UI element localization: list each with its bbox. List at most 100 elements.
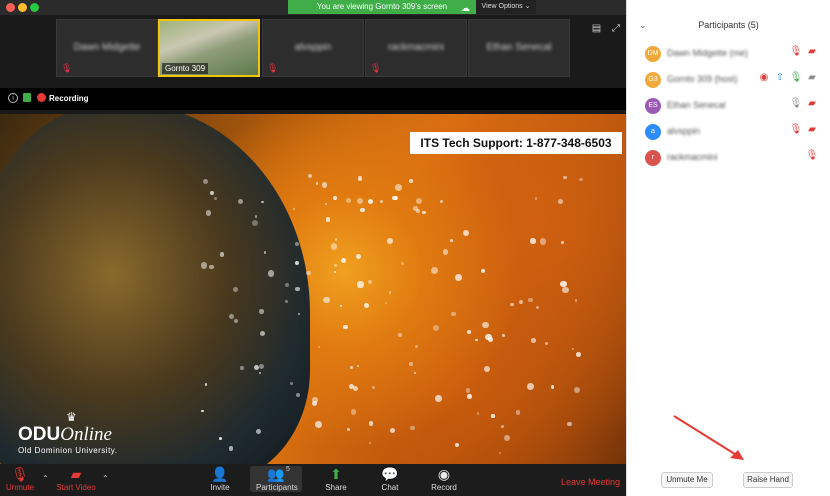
audio-options-chevron-icon[interactable]: ⌃	[42, 474, 49, 483]
thumbnail-rackmacmini[interactable]: rackmacmini 🎙	[365, 19, 467, 77]
water-droplet	[518, 300, 523, 305]
water-droplet	[528, 297, 533, 302]
participant-row[interactable]: G3 Gornto 309 (host) ◉ ⇧ 🎙 ▰	[627, 68, 830, 94]
water-droplet	[482, 321, 489, 328]
water-droplet	[393, 195, 398, 200]
start-video-button[interactable]: ▰ Start Video	[54, 466, 98, 492]
water-droplet	[503, 434, 511, 442]
water-droplet	[544, 341, 549, 346]
logo-subtitle: Old Dominion University.	[18, 446, 118, 455]
video-off-icon: ▰	[808, 46, 816, 57]
video-on-icon: ▰	[808, 72, 816, 83]
water-droplet	[346, 427, 351, 432]
participant-row[interactable]: ES Ethan Senecal 🎙 ▰	[627, 94, 830, 120]
video-options-chevron-icon[interactable]: ⌃	[102, 474, 109, 483]
participants-count-badge: 5	[286, 466, 290, 473]
raise-hand-button[interactable]: Raise Hand	[743, 472, 793, 488]
water-droplet	[210, 190, 215, 195]
water-droplet	[219, 436, 222, 440]
water-droplet	[400, 262, 404, 266]
water-droplet	[315, 421, 323, 428]
water-droplet	[571, 348, 574, 351]
participants-button[interactable]: 👥 Participants	[250, 466, 302, 492]
record-button[interactable]: ◉ Record	[430, 466, 458, 492]
water-droplet	[356, 198, 363, 205]
participant-row[interactable]: r rackmacmini 🎙	[627, 146, 830, 172]
logo-online: Online	[60, 424, 112, 445]
water-droplet	[334, 263, 338, 268]
unmute-button[interactable]: 🎙 Unmute	[6, 466, 34, 492]
close-window-button[interactable]	[6, 3, 15, 12]
water-droplet	[367, 279, 372, 285]
muted-mic-icon: 🎙	[11, 466, 29, 482]
water-droplet	[306, 270, 311, 276]
lock-icon[interactable]	[23, 93, 31, 102]
water-droplet	[295, 241, 300, 246]
water-droplet	[295, 392, 300, 398]
invite-button[interactable]: 👤 Invite	[208, 466, 232, 492]
zoom-window-button[interactable]	[30, 3, 39, 12]
water-droplet	[219, 252, 225, 257]
logo-odu: ODU	[18, 424, 61, 445]
water-droplet	[385, 302, 388, 305]
thumbnail-ethan-senecal[interactable]: Ethan Senecal	[468, 19, 570, 77]
water-droplet	[360, 207, 365, 213]
water-droplet	[558, 199, 563, 204]
chat-icon: 💬	[381, 466, 399, 482]
water-droplet	[214, 196, 218, 200]
water-droplet	[350, 409, 356, 415]
cloud-icon: ☁	[461, 3, 470, 13]
water-droplet	[254, 215, 258, 218]
layout-icon[interactable]: ▤	[592, 23, 601, 34]
water-droplet	[346, 198, 352, 204]
thumbnail-alvsppin[interactable]: alvsppin 🎙	[262, 19, 364, 77]
thumbnail-gornto-309[interactable]: Gornto 309	[158, 19, 260, 77]
water-droplet	[574, 386, 581, 394]
mic-on-icon: 🎙	[789, 98, 803, 109]
recording-icon: ◉	[759, 72, 769, 83]
water-droplet	[576, 351, 581, 357]
participant-status: 🎙 ▰	[788, 98, 820, 112]
participant-row[interactable]: DM Dawn Midgette (me) 🎙 ▰	[627, 42, 830, 68]
water-droplet	[449, 239, 453, 243]
view-options-button[interactable]: View Options ⌄	[476, 0, 536, 14]
fullscreen-icon[interactable]: ⤢	[612, 23, 620, 34]
add-user-icon: 👤	[211, 466, 229, 482]
video-off-icon: ▰	[70, 466, 82, 482]
unmute-me-button[interactable]: Unmute Me	[661, 472, 713, 488]
share-button[interactable]: ⬆ Share	[324, 466, 348, 492]
water-droplet	[251, 220, 258, 227]
water-droplet	[422, 210, 426, 215]
water-droplet	[491, 414, 495, 418]
water-droplet	[433, 325, 440, 332]
avatar: G3	[645, 72, 661, 88]
water-droplet	[357, 281, 364, 288]
water-droplet	[267, 270, 274, 277]
water-droplet	[333, 196, 337, 201]
water-droplet	[567, 422, 572, 427]
water-droplet	[510, 302, 514, 307]
avatar: ES	[645, 98, 661, 114]
water-droplet	[483, 366, 491, 373]
thumbnail-name: alvsppin	[294, 42, 332, 53]
water-droplet	[330, 243, 338, 250]
water-droplet	[563, 175, 567, 180]
video-off-icon: ▰	[808, 98, 816, 109]
water-droplet	[562, 287, 569, 294]
lion-statue-image	[0, 114, 310, 464]
water-droplet	[321, 182, 328, 188]
leave-meeting-button[interactable]: Leave Meeting	[561, 477, 620, 487]
thumbnail-dawn-midgette[interactable]: Dawn Midgette 🎙	[56, 19, 158, 77]
participant-row[interactable]: a alvsppin 🎙 ▰	[627, 120, 830, 146]
chat-button[interactable]: 💬 Chat	[378, 466, 402, 492]
water-droplet	[480, 268, 486, 273]
info-icon[interactable]: i	[8, 93, 18, 103]
water-droplet	[285, 300, 288, 303]
minimize-window-button[interactable]	[18, 3, 27, 12]
muted-mic-icon: 🎙	[789, 124, 803, 135]
water-droplet	[255, 428, 261, 434]
water-droplet	[368, 441, 372, 445]
avatar: a	[645, 124, 661, 140]
muted-mic-icon: 🎙	[789, 46, 803, 57]
participant-status: 🎙 ▰	[788, 46, 820, 60]
